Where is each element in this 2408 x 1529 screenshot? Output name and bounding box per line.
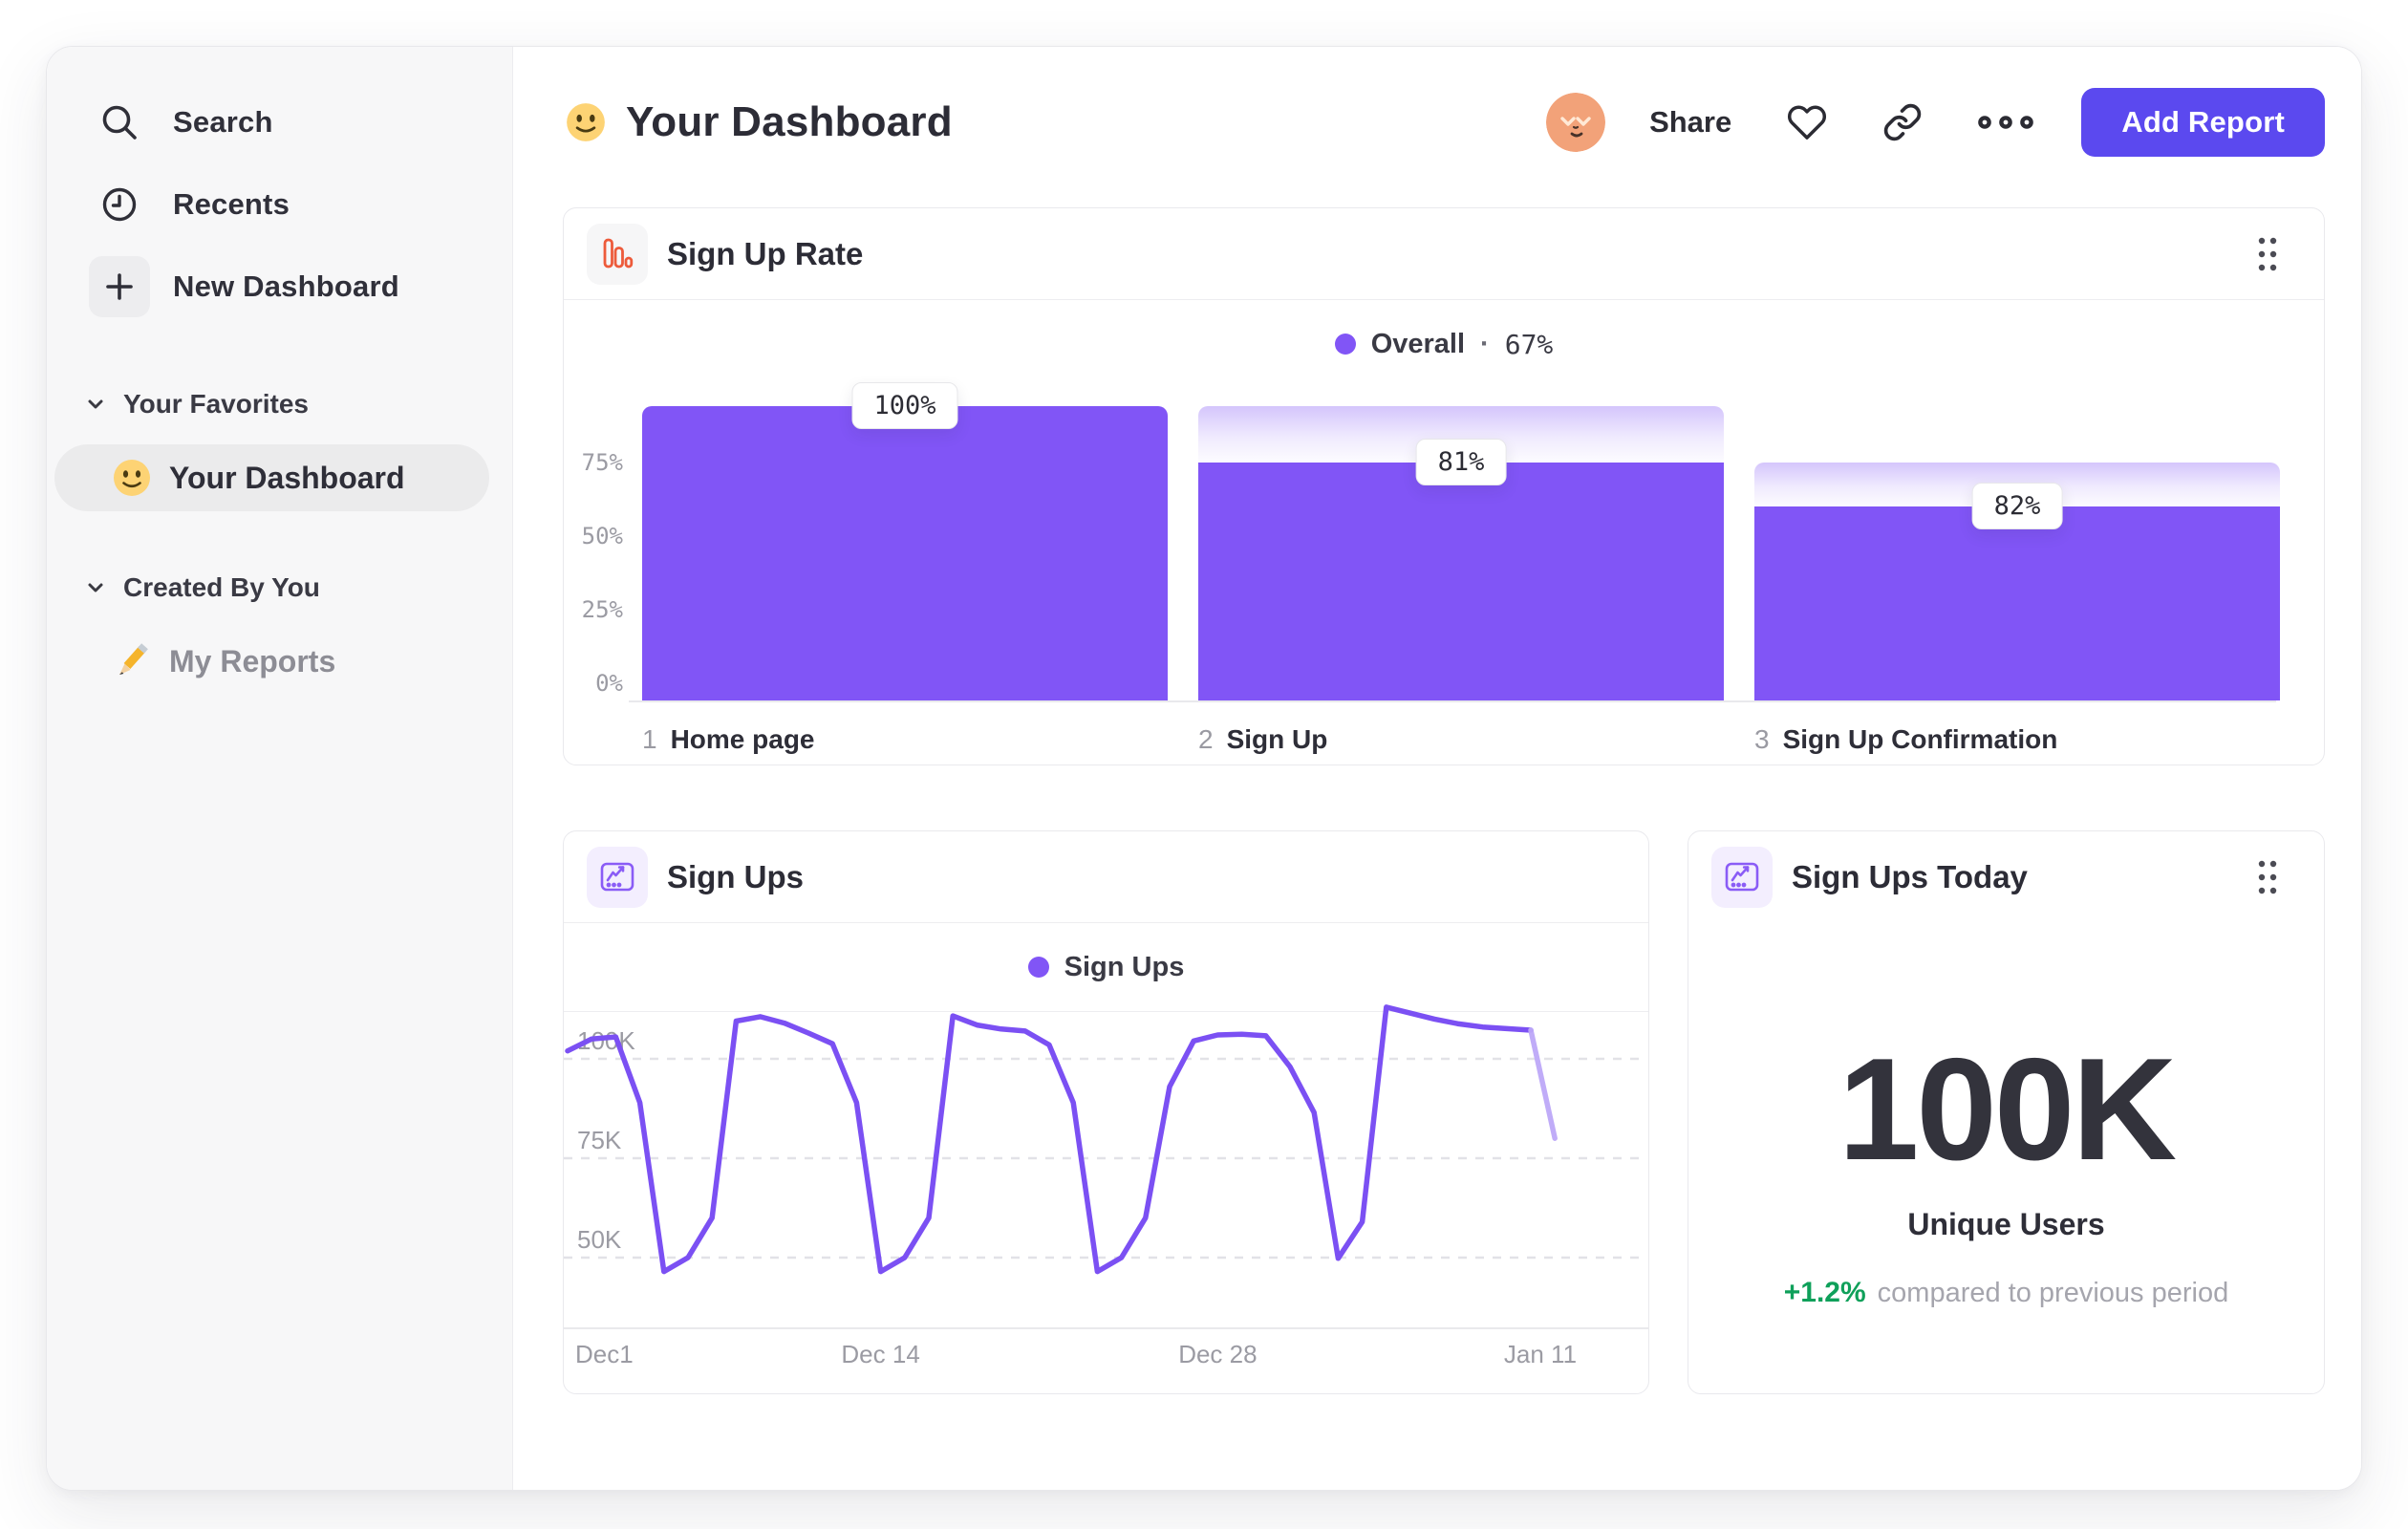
- bar-chart-icon: [587, 223, 648, 285]
- line-x-tick: Jan 11: [1503, 1340, 1578, 1368]
- main-content: Your Dashboard Share Add Report Sign Up …: [513, 47, 2361, 1490]
- clock-icon: [89, 174, 150, 235]
- card-title: Sign Ups: [667, 858, 805, 894]
- line-chart-card: Sign Ups Sign Ups 100K 75K 50K Dec1 Dec 14 De…: [563, 830, 1649, 1394]
- kpi-value: 100K: [1838, 1028, 2177, 1191]
- funnel-card-header: Sign Up Rate: [564, 208, 2324, 300]
- favorites-section: Your Favorites Your Dashboard: [47, 383, 512, 511]
- sidebar: Search Recents New Dashboard Your Favori…: [47, 47, 513, 1490]
- funnel-legend: Overall · 67%: [564, 323, 2324, 365]
- sidebar-item-recents[interactable]: Recents: [47, 163, 512, 246]
- share-button[interactable]: Share: [1649, 105, 1731, 140]
- line-chart-icon: [587, 846, 648, 908]
- section-title: Your Favorites: [123, 389, 309, 419]
- funnel-bar[interactable]: [1754, 506, 2280, 700]
- sidebar-item-label: Search: [173, 105, 273, 139]
- line-chart-icon: [1711, 847, 1773, 908]
- card-title: Sign Up Rate: [667, 235, 864, 271]
- sidebar-item-label: Your Dashboard: [169, 460, 405, 495]
- link-icon: [1884, 103, 1922, 141]
- sidebar-item-new-dashboard[interactable]: New Dashboard: [47, 246, 512, 328]
- kpi-card-header: Sign Ups Today: [1688, 831, 2324, 923]
- add-report-button[interactable]: Add Report: [2081, 88, 2325, 157]
- funnel-bar-tooltip: 100%: [851, 382, 958, 429]
- kpi-label: Unique Users: [1907, 1207, 2105, 1241]
- funnel-card: Sign Up Rate Overall · 67% 75% 50% 25% 0% 10…: [563, 207, 2325, 765]
- sidebar-item-label: My Reports: [169, 643, 336, 678]
- kpi-delta-value: +1.2%: [1783, 1277, 1866, 1308]
- chevron-down-icon: [88, 583, 103, 592]
- kpi-delta: +1.2% compared to previous period: [1688, 1277, 2324, 1309]
- line-chart-svg: [564, 1004, 1648, 1329]
- line-card-header: Sign Ups: [564, 831, 1648, 923]
- page-title: Your Dashboard: [626, 98, 953, 145]
- header-actions: Share Add Report: [1546, 88, 2325, 157]
- kpi-delta-text: compared to previous period: [1877, 1278, 2229, 1308]
- sidebar-item-your-dashboard[interactable]: Your Dashboard: [54, 444, 489, 511]
- more-options-button[interactable]: [1978, 113, 2034, 132]
- favorite-heart-button[interactable]: [1787, 102, 1827, 142]
- funnel-y-tick: 75%: [581, 449, 623, 476]
- funnel-bar-tooltip: 82%: [1971, 482, 2063, 529]
- drag-handle-icon[interactable]: [2253, 855, 2282, 899]
- signups-line: [1528, 1027, 1558, 1141]
- section-your-favorites[interactable]: Your Favorites: [47, 383, 512, 425]
- chevron-down-icon: [88, 399, 103, 409]
- sidebar-item-my-reports[interactable]: My Reports: [54, 628, 489, 695]
- dashboard-header: Your Dashboard Share Add Report: [563, 85, 2325, 160]
- funnel-y-tick: 50%: [581, 523, 623, 549]
- funnel-y-tick: 25%: [581, 596, 623, 623]
- signups-line: [565, 1004, 1534, 1275]
- smiley-emoji-icon: [563, 99, 609, 145]
- funnel-bar[interactable]: [642, 406, 1168, 700]
- sidebar-item-search[interactable]: Search: [47, 81, 512, 163]
- line-x-tick: Dec 28: [1178, 1340, 1258, 1368]
- drag-handle-icon[interactable]: [2253, 232, 2282, 276]
- line-x-tick: Dec 14: [841, 1340, 920, 1368]
- search-icon: [89, 92, 150, 153]
- section-title: Created By You: [123, 572, 320, 602]
- funnel-baseline: [629, 700, 2276, 702]
- app-window: Search Recents New Dashboard Your Favori…: [46, 46, 2362, 1491]
- sidebar-item-label: Recents: [173, 187, 290, 221]
- section-created-by-you[interactable]: Created By You: [47, 567, 512, 609]
- funnel-category-label: 1 Home page: [642, 724, 815, 754]
- funnel-category-label: 3 Sign Up Confirmation: [1754, 724, 2058, 754]
- funnel-y-tick: 0%: [595, 670, 623, 697]
- card-title: Sign Ups Today: [1792, 859, 2028, 894]
- copy-link-button[interactable]: [1882, 102, 1923, 142]
- avatar[interactable]: [1546, 93, 1606, 152]
- funnel-bar[interactable]: [1198, 462, 1724, 700]
- funnel-bar-tooltip: 81%: [1415, 438, 1507, 485]
- heart-icon: [1788, 105, 1827, 140]
- funnel-category-label: 2 Sign Up: [1198, 724, 1328, 754]
- sidebar-item-label: New Dashboard: [173, 269, 399, 303]
- smiley-emoji-icon: [110, 456, 154, 500]
- created-by-you-section: Created By You My Reports: [47, 567, 512, 695]
- pencil-emoji-icon: [110, 639, 154, 683]
- legend-dot: [1334, 334, 1356, 355]
- line-x-tick: Dec1: [575, 1340, 634, 1368]
- kpi-card: Sign Ups Today 100K Unique Users +1.2% co…: [1688, 830, 2325, 1394]
- ellipsis-icon: [1978, 116, 2034, 129]
- plus-icon: [89, 256, 150, 317]
